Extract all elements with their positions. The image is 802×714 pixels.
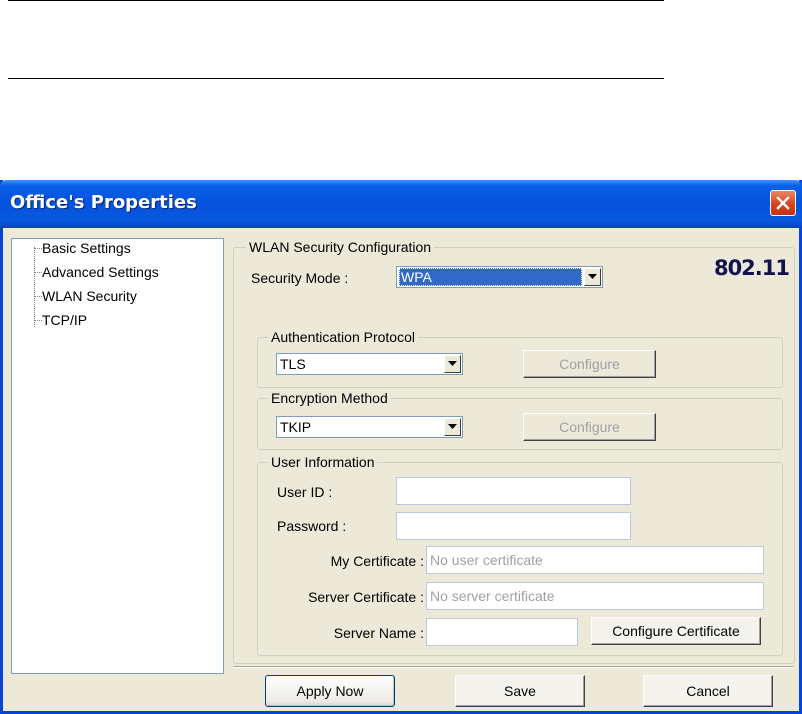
user-id-label: User ID : (277, 484, 333, 500)
tree-item-tcpip[interactable]: TCP/IP (42, 311, 87, 329)
auth-protocol-value: TLS (280, 356, 306, 372)
tree-item-basic-settings[interactable]: Basic Settings (42, 239, 131, 257)
chevron-down-icon (588, 274, 597, 279)
group-label: Authentication Protocol (268, 328, 418, 346)
tree-branch (34, 320, 42, 321)
group-label: WLAN Security Configuration (246, 238, 435, 256)
group-label: User Information (268, 453, 378, 471)
my-certificate-field: No user certificate (426, 546, 764, 574)
footer-divider (233, 666, 793, 668)
close-icon (776, 196, 790, 210)
chevron-down-icon (448, 424, 457, 429)
auth-configure-button[interactable]: Configure (523, 350, 656, 378)
close-button[interactable] (770, 190, 796, 216)
server-name-label: Server Name : (333, 625, 424, 641)
tree-item-advanced-settings[interactable]: Advanced Settings (42, 263, 159, 281)
security-mode-select[interactable]: WPA (396, 266, 603, 288)
dropdown-button[interactable] (444, 418, 461, 436)
security-mode-label: Security Mode : (251, 270, 349, 286)
settings-tree[interactable]: Basic Settings Advanced Settings WLAN Se… (11, 238, 224, 674)
title-bar[interactable]: Office's Properties (0, 180, 802, 228)
password-label: Password : (277, 518, 347, 534)
tree-branch (34, 296, 42, 297)
server-certificate-placeholder: No server certificate (430, 588, 555, 604)
properties-dialog: Office's Properties 802.11 Basic Setting… (0, 180, 802, 714)
password-field[interactable] (396, 512, 631, 540)
configure-certificate-button[interactable]: Configure Certificate (591, 617, 761, 645)
dropdown-button[interactable] (444, 355, 461, 373)
divider-bottom (8, 78, 664, 79)
dropdown-button[interactable] (584, 268, 601, 286)
tree-connector (34, 247, 35, 327)
my-certificate-label: My Certificate : (330, 553, 424, 569)
group-label: Encryption Method (268, 389, 391, 407)
encryption-configure-button[interactable]: Configure (523, 413, 656, 441)
server-certificate-label: Server Certificate : (308, 589, 424, 605)
tree-branch (34, 248, 42, 249)
cancel-button[interactable]: Cancel (643, 675, 773, 707)
user-id-field[interactable] (396, 477, 631, 505)
save-button[interactable]: Save (455, 675, 585, 707)
server-name-field[interactable] (426, 618, 578, 646)
divider-top (8, 0, 664, 1)
encryption-method-select[interactable]: TKIP (276, 416, 463, 438)
apply-now-button[interactable]: Apply Now (265, 675, 395, 707)
my-certificate-placeholder: No user certificate (430, 552, 543, 568)
tree-item-wlan-security[interactable]: WLAN Security (42, 287, 137, 305)
security-mode-value: WPA (399, 268, 582, 286)
auth-protocol-select[interactable]: TLS (276, 353, 463, 375)
window-title: Office's Properties (10, 192, 197, 213)
chevron-down-icon (448, 361, 457, 366)
server-certificate-field: No server certificate (426, 582, 764, 610)
tree-branch (34, 272, 42, 273)
encryption-method-value: TKIP (280, 419, 312, 435)
